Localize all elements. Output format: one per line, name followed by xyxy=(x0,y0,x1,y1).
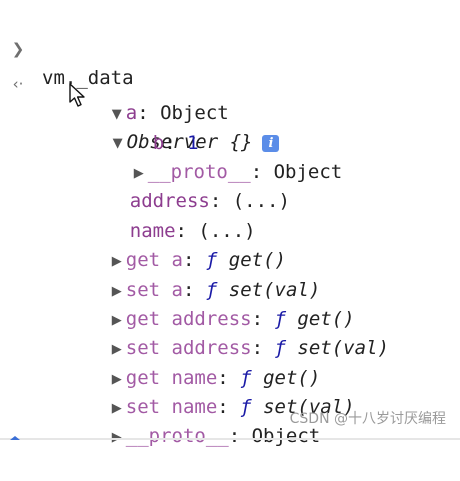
property-value: Object xyxy=(251,425,321,447)
mouse-cursor-icon xyxy=(69,83,85,107)
watermark: CSDN @十八岁讨厌编程 xyxy=(289,411,446,427)
caret-up-icon xyxy=(10,436,20,440)
tree-row-accessor[interactable]: ▶ set address: ƒ set(val) xyxy=(66,305,389,359)
tree-row-accessor[interactable]: ▶ set a: ƒ set(val) xyxy=(66,247,321,301)
devtools-console: ❯ vm._data ‹· ▼ Observer {} i ▼ a: Object b… xyxy=(0,0,460,447)
tree-row-accessor[interactable]: ▶ get address: ƒ get() xyxy=(66,276,355,330)
console-result-line[interactable]: ‹· ▼ Observer {} i xyxy=(0,41,280,153)
tree-row-inner-proto[interactable]: ▶ __proto__: Object xyxy=(88,129,342,183)
return-arrow-icon: ‹· xyxy=(12,75,24,93)
tree-row-address[interactable]: address: (...) xyxy=(84,158,290,212)
tree-row-accessor[interactable]: ▶ get name: ƒ get() xyxy=(66,335,321,389)
tree-row-a[interactable]: ▼ a: Object xyxy=(66,70,229,124)
console-input-line: ❯ vm._data xyxy=(0,6,134,89)
tree-row-accessor[interactable]: ▶ set name: ƒ set(val) xyxy=(66,364,355,418)
property-key: __proto__ xyxy=(125,425,229,447)
tree-row-name[interactable]: name: (...) xyxy=(84,188,256,242)
tree-row-outer-proto[interactable]: ▶__proto__: Object xyxy=(66,393,320,447)
tree-row-b: b: 1 xyxy=(152,132,199,154)
tree-row-accessor[interactable]: ▶ get a: ƒ get() xyxy=(66,217,286,271)
